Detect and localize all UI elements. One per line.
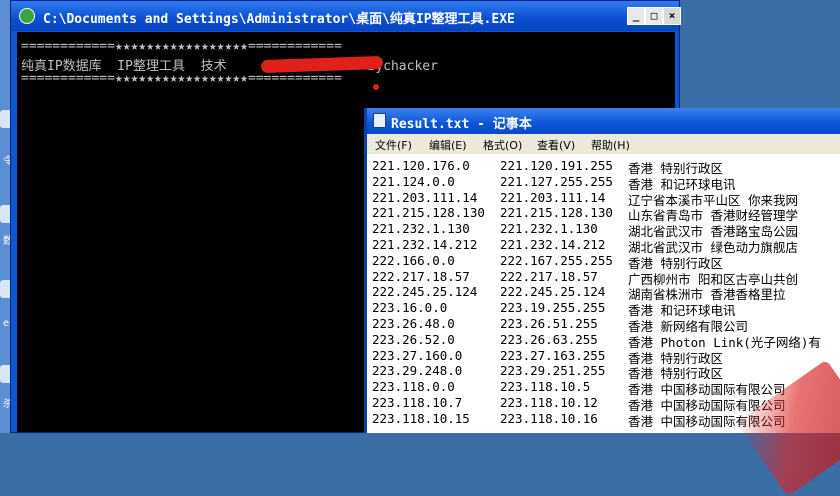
end-ip: 221.120.191.255 <box>500 158 613 173</box>
menu-format[interactable]: 格式(O) <box>483 137 522 153</box>
end-ip: 222.167.255.255 <box>500 252 613 268</box>
start-ip: 223.16.0.0 <box>372 300 448 316</box>
console-line: ============★★★★★★★★★★★★★★★★★===========… <box>21 71 342 86</box>
end-ip: 223.118.10.12 <box>500 395 598 410</box>
menu-help[interactable]: 帮助(H) <box>591 137 630 153</box>
close-button[interactable]: × <box>663 7 681 25</box>
start-ip: 221.232.1.130 <box>372 221 470 237</box>
start-ip: 221.232.14.212 <box>372 237 478 252</box>
start-ip: 223.29.248.0 <box>372 363 463 379</box>
minimize-button[interactable]: _ <box>627 7 645 25</box>
console-app-icon <box>19 8 35 24</box>
end-ip: 223.29.251.255 <box>500 363 606 379</box>
console-line: ============★★★★★★★★★★★★★★★★★===========… <box>21 39 342 54</box>
start-ip: 223.118.0.0 <box>372 379 455 395</box>
notepad-window[interactable]: Result.txt - 记事本 文件(F) 编辑(E) 格式(O) 查看(V)… <box>364 108 840 496</box>
start-ip: 221.215.128.130 <box>372 205 485 221</box>
notepad-menubar: 文件(F) 编辑(E) 格式(O) 查看(V) 帮助(H) <box>367 134 840 154</box>
start-ip: 223.118.10.15 <box>372 410 470 426</box>
end-ip: 223.26.63.255 <box>500 331 598 347</box>
start-ip: 223.27.160.0 <box>372 347 463 363</box>
notepad-text-area[interactable]: 221.120.176.0 221.120.191.255 香港 特别行政区 221.… <box>367 154 840 433</box>
end-ip: 221.127.255.255 <box>500 173 613 189</box>
menu-view[interactable]: 查看(V) <box>537 137 575 153</box>
start-ip: 222.166.0.0 <box>372 252 455 268</box>
maximize-button[interactable]: □ <box>645 7 663 25</box>
end-ip: 223.27.163.255 <box>500 347 606 363</box>
console-titlebar[interactable]: C:\Documents and Settings\Administrator\… <box>11 1 681 31</box>
start-ip: 222.245.25.124 <box>372 284 478 300</box>
end-ip: 223.118.10.5 <box>500 379 591 395</box>
notepad-icon <box>373 113 386 128</box>
start-ip: 221.124.0.0 <box>372 173 455 189</box>
start-ip: 223.26.48.0 <box>372 316 455 331</box>
start-ip: 221.120.176.0 <box>372 158 470 173</box>
start-ip: 223.26.52.0 <box>372 331 455 347</box>
notepad-title: Result.txt - 记事本 <box>391 117 532 132</box>
start-ip: 223.118.10.7 <box>372 395 463 410</box>
end-ip: 222.217.18.57 <box>500 268 598 284</box>
menu-edit[interactable]: 编辑(E) <box>429 137 467 153</box>
end-ip: 221.232.1.130 <box>500 221 598 237</box>
end-ip: 221.232.14.212 <box>500 237 606 252</box>
start-ip: 221.203.111.14 <box>372 189 478 205</box>
end-ip: 222.245.25.124 <box>500 284 606 300</box>
end-ip: 223.26.51.255 <box>500 316 598 331</box>
end-ip: 221.203.111.14 <box>500 189 606 205</box>
menu-file[interactable]: 文件(F) <box>375 137 412 153</box>
console-title: C:\Documents and Settings\Administrator\… <box>43 12 515 27</box>
end-ip: 221.215.128.130 <box>500 205 613 221</box>
start-ip: 222.217.18.57 <box>372 268 470 284</box>
end-ip: 223.19.255.255 <box>500 300 606 316</box>
redaction-dot <box>373 84 379 90</box>
end-ip: 223.118.10.16 <box>500 410 598 426</box>
notepad-titlebar[interactable]: Result.txt - 记事本 <box>367 108 840 134</box>
